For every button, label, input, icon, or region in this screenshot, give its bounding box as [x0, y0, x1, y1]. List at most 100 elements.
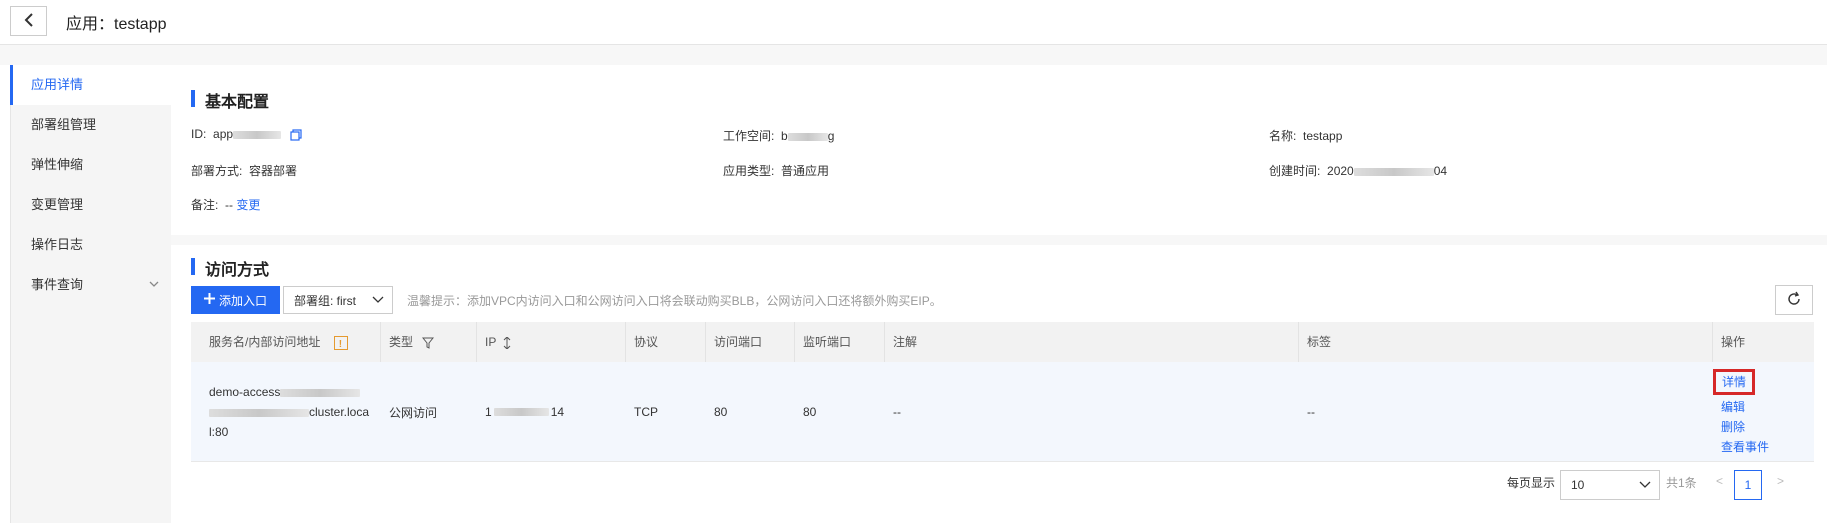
cell-listen-port: 80: [803, 405, 817, 419]
masked-value: [493, 408, 549, 416]
col-access-port: 访问端口: [706, 322, 795, 362]
add-entry-label: 添加入口: [218, 293, 267, 308]
sidebar-item-change-mgmt[interactable]: 变更管理: [11, 185, 171, 225]
filter-icon[interactable]: [422, 335, 435, 349]
service-port: l:80: [209, 425, 229, 439]
remark-change-link[interactable]: 变更: [236, 198, 260, 212]
sidebar-item-event-query[interactable]: 事件查询: [11, 265, 171, 305]
name-value: testapp: [1303, 129, 1343, 143]
info-remark: 备注: -- 变更: [191, 196, 260, 213]
remark-value: --: [225, 198, 234, 212]
deploy-group-value: 部署组: first: [294, 293, 356, 308]
sidebar-item-label: 应用详情: [31, 77, 84, 92]
info-created: 创建时间: 2020 04: [1269, 162, 1447, 179]
access-table: 服务名/内部访问地址 类型 IP 协议 访问端口 监听端口 注解 标签 操作: [191, 322, 1814, 462]
sidebar-item-label: 弹性伸缩: [31, 157, 84, 172]
masked-value: [280, 388, 361, 397]
back-button[interactable]: [10, 6, 47, 36]
edit-link[interactable]: 编辑: [1721, 399, 1745, 415]
info-workspace: 工作空间: b g: [723, 127, 834, 144]
col-service-label: 服务名/内部访问地址: [209, 335, 321, 349]
header-spacer: [0, 45, 1827, 65]
col-labels: 标签: [1299, 322, 1713, 362]
info-app-type: 应用类型: 普通应用: [723, 162, 829, 179]
cell-ip: 1 14: [477, 362, 626, 462]
sidebar-item-label: 事件查询: [31, 277, 84, 292]
sidebar-item-label: 变更管理: [31, 197, 84, 212]
sidebar-item-deploy-group[interactable]: 部署组管理: [11, 105, 171, 145]
add-entry-button[interactable]: 添加入口: [191, 286, 280, 314]
app-type-label: 应用类型:: [723, 164, 775, 178]
refresh-button[interactable]: [1775, 285, 1813, 315]
masked-value: [233, 130, 282, 139]
deploy-value: 容器部署: [249, 164, 298, 178]
created-value-end: 04: [1433, 164, 1448, 178]
cell-protocol: TCP: [634, 405, 658, 419]
chevron-down-icon: [149, 265, 159, 305]
plus-icon: [203, 293, 215, 307]
cell-service: demo-access cluster.loca l:80: [191, 362, 381, 462]
section-divider: [171, 235, 1827, 245]
page-size-select[interactable]: 10: [1560, 470, 1660, 500]
section-title-access: 访问方式: [191, 256, 269, 280]
sidebar-item-autoscale[interactable]: 弹性伸缩: [11, 145, 171, 185]
created-value: 2020: [1327, 164, 1354, 178]
next-page-button[interactable]: >: [1777, 474, 1784, 488]
service-line-1: demo-access: [209, 382, 369, 402]
cell-ops: 详情 编辑 删除 查看事件: [1713, 362, 1814, 462]
cell-labels: --: [1307, 405, 1315, 419]
info-name: 名称: testapp: [1269, 127, 1342, 144]
per-page-label: 每页显示: [1507, 476, 1556, 490]
col-type-label: 类型: [389, 335, 414, 349]
tip-text: 温馨提示：添加VPC内访问入口和公网访问入口将会联动购买BLB，公网访问入口还将…: [407, 294, 942, 308]
section-title-basic: 基本配置: [191, 88, 269, 112]
warning-icon[interactable]: [333, 325, 348, 365]
sort-icon[interactable]: [503, 335, 511, 350]
refresh-icon: [1786, 291, 1802, 310]
table-header: 服务名/内部访问地址 类型 IP 协议 访问端口 监听端口 注解 标签 操作: [191, 322, 1814, 365]
prev-page-button[interactable]: <: [1716, 474, 1723, 488]
service-address: demo-access cluster.loca l:80: [209, 382, 369, 442]
col-listen-port: 监听端口: [795, 322, 885, 362]
workspace-value-end: g: [827, 129, 835, 143]
cell-type: 公网访问: [389, 405, 438, 420]
deploy-label: 部署方式:: [191, 164, 243, 178]
sidebar: 应用详情 部署组管理 弹性伸缩 变更管理 操作日志 事件查询: [10, 65, 171, 523]
col-protocol: 协议: [626, 322, 706, 362]
col-ip-label: IP: [485, 335, 497, 349]
deploy-group-select[interactable]: 部署组: first: [283, 286, 393, 314]
name-label: 名称:: [1269, 129, 1297, 143]
ip-value-end: 14: [550, 405, 565, 419]
page-size-value: 10: [1571, 478, 1585, 492]
remark-label: 备注:: [191, 198, 219, 212]
chevron-down-icon: [372, 293, 384, 308]
page-title: 应用：testapp: [66, 16, 167, 33]
masked-value: [787, 132, 828, 141]
workspace-value: b: [781, 129, 788, 143]
col-type: 类型: [381, 322, 477, 362]
col-ops: 操作: [1721, 335, 1746, 349]
sidebar-item-op-log[interactable]: 操作日志: [11, 225, 171, 265]
sidebar-item-app-detail[interactable]: 应用详情: [10, 65, 171, 105]
id-label: ID:: [191, 127, 207, 141]
chevron-left-icon: [23, 12, 35, 31]
top-bar: 应用：testapp: [0, 0, 1827, 45]
info-deploy: 部署方式: 容器部署: [191, 162, 297, 179]
ip-value: 1: [485, 405, 492, 419]
detail-link[interactable]: 详情: [1713, 369, 1756, 395]
view-events-link[interactable]: 查看事件: [1721, 439, 1769, 455]
service-domain: cluster.loca: [309, 405, 370, 419]
sidebar-item-label: 部署组管理: [31, 117, 97, 132]
page-1-button[interactable]: 1: [1734, 470, 1762, 500]
col-annotation: 注解: [885, 322, 1299, 362]
info-id: ID: app: [191, 127, 302, 141]
service-line-2: cluster.loca: [209, 402, 369, 422]
cell-access-port: 80: [714, 405, 728, 419]
id-value: app: [213, 127, 234, 141]
copy-icon[interactable]: [290, 127, 302, 141]
service-name: demo-access: [209, 385, 281, 399]
delete-link[interactable]: 删除: [1721, 419, 1745, 435]
created-label: 创建时间:: [1269, 164, 1321, 178]
col-ip: IP: [477, 322, 626, 362]
masked-value: [209, 408, 309, 417]
